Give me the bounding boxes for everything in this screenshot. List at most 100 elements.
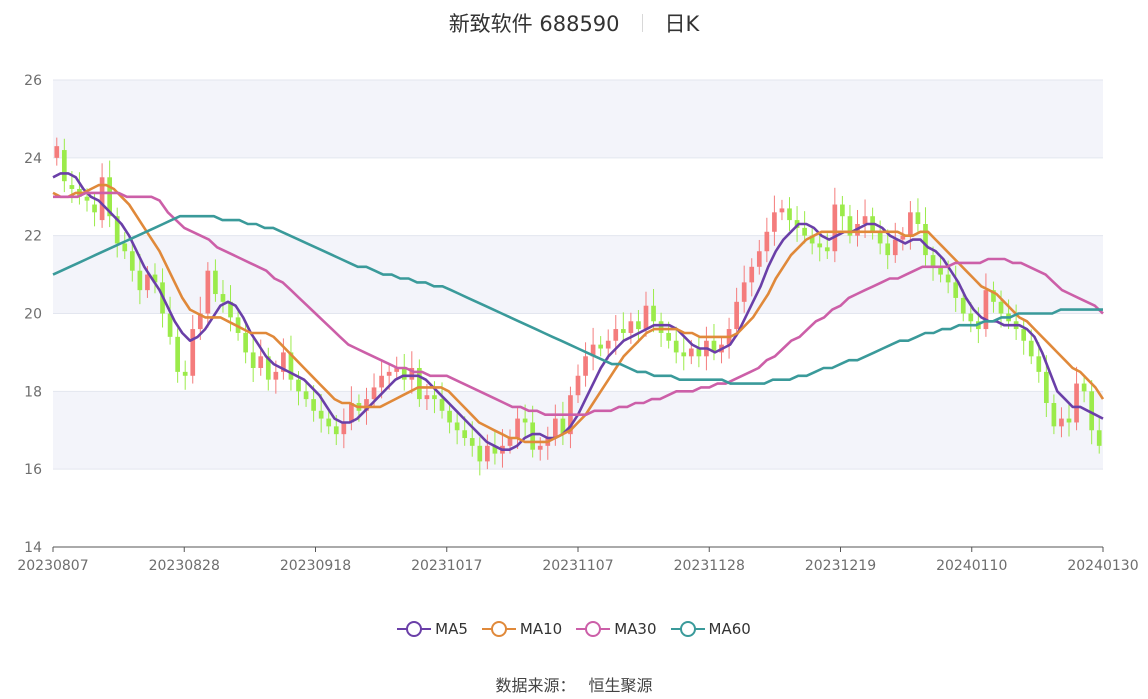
candle-body <box>885 243 891 256</box>
x-tick-label: 20240110 <box>936 558 1007 574</box>
candle-body <box>772 212 777 232</box>
candle-body <box>628 321 634 333</box>
candle-body <box>953 282 959 298</box>
candle-body <box>273 371 279 380</box>
candle-body <box>741 282 747 302</box>
candle-body <box>454 422 460 431</box>
candle-body <box>915 212 921 224</box>
candle-body <box>1066 418 1072 423</box>
candle-body <box>923 223 928 256</box>
legend-marker-icon <box>670 620 705 638</box>
candle-body <box>61 150 67 182</box>
candle-body <box>734 301 739 330</box>
legend-label: MA60 <box>708 620 751 638</box>
source-value: 恒生聚源 <box>588 676 653 695</box>
kline-chart: 14161820222426 20230807 20230828 20230918 2… <box>17 73 1139 574</box>
candle-body <box>485 445 490 462</box>
candle-body <box>673 340 679 353</box>
candle-body <box>424 395 430 400</box>
candle-body <box>296 379 301 392</box>
candle-body <box>1021 329 1027 341</box>
chart-stage: 新致软件 688590 日K 14 16 18 20 22 24 26 20230807 20… <box>0 0 1148 699</box>
candle-body <box>998 301 1004 314</box>
candle-body <box>892 239 898 256</box>
candle-body <box>84 196 90 201</box>
candle-body <box>258 356 264 368</box>
legend-item-ma60[interactable]: MA60 <box>670 620 751 638</box>
candle-body <box>205 270 211 314</box>
legend-item-ma5[interactable]: MA5 <box>397 620 468 638</box>
candle-body <box>681 352 687 357</box>
x-tick-label: 20231219 <box>805 558 876 574</box>
plot-bands <box>53 80 1103 470</box>
candle-body <box>303 391 309 400</box>
candle-body <box>333 426 339 435</box>
x-axis: 20230807 20230828 20230918 20231017 20231107… <box>17 546 1139 574</box>
legend-item-ma30[interactable]: MA30 <box>576 620 657 638</box>
x-tick-label: 20230807 <box>17 558 88 574</box>
legend-label: MA30 <box>614 620 657 638</box>
candle-body <box>764 231 770 252</box>
y-tick-label: 16 <box>24 462 42 478</box>
candle-body <box>69 185 75 189</box>
candle-body <box>620 329 626 333</box>
candle-body <box>1059 418 1064 427</box>
candle-body <box>371 387 377 400</box>
legend-marker-icon <box>397 620 432 638</box>
candle-body <box>1081 383 1087 392</box>
candle-body <box>379 375 384 388</box>
candle-body <box>250 352 256 368</box>
y-tick-label: 22 <box>24 229 42 245</box>
candle-body <box>688 348 694 357</box>
candle-body <box>583 356 588 376</box>
x-tick-label: 20240130 <box>1067 558 1138 574</box>
candle-body <box>930 255 936 267</box>
data-source: 数据来源： 恒生聚源 <box>0 672 1148 696</box>
x-tick-label: 20230828 <box>149 558 220 574</box>
candle-body <box>877 231 883 244</box>
y-tick-label: 26 <box>24 73 42 89</box>
candle-body <box>318 410 324 419</box>
candle-body <box>1074 383 1079 423</box>
candle-body <box>469 438 475 446</box>
candle-body <box>311 399 316 411</box>
candle-body <box>439 399 445 411</box>
y-tick-label: 14 <box>24 540 42 556</box>
candle-body <box>122 243 128 252</box>
source-label: 数据来源： <box>495 676 576 695</box>
candle-body <box>1028 340 1034 357</box>
candle-body <box>341 422 347 435</box>
candle-body <box>213 270 218 295</box>
candle-body <box>605 340 611 349</box>
candle-body <box>832 204 838 252</box>
candle-body <box>190 329 196 376</box>
candle-body <box>137 270 143 291</box>
x-tick-label: 20231107 <box>542 558 613 574</box>
candle-body <box>945 274 951 283</box>
candle-body <box>220 294 226 302</box>
legend-item-ma10[interactable]: MA10 <box>481 620 562 638</box>
candle-body <box>817 243 823 248</box>
candle-body <box>145 274 150 291</box>
candle-body <box>1036 356 1042 372</box>
candle-body <box>983 290 989 330</box>
candle-body <box>462 430 468 439</box>
candle-body <box>613 329 619 341</box>
legend-marker-icon <box>576 620 611 638</box>
candle-body <box>787 208 792 221</box>
candle-body <box>432 395 437 400</box>
candle-body <box>537 445 543 450</box>
x-tick-label: 20230918 <box>280 558 351 574</box>
candle-body <box>243 332 248 353</box>
candle-body <box>960 297 966 314</box>
candle-body <box>54 146 60 158</box>
candle-body <box>99 177 105 221</box>
candle-body <box>756 251 762 267</box>
chart-legend: MA5 MA10 MA30 MA60 <box>0 620 1148 638</box>
candle-body <box>447 410 452 423</box>
candle-body <box>552 418 558 439</box>
legend-marker-icon <box>481 620 516 638</box>
candle-body <box>129 251 135 271</box>
legend-label: MA5 <box>435 620 468 638</box>
candle-body <box>840 204 845 217</box>
